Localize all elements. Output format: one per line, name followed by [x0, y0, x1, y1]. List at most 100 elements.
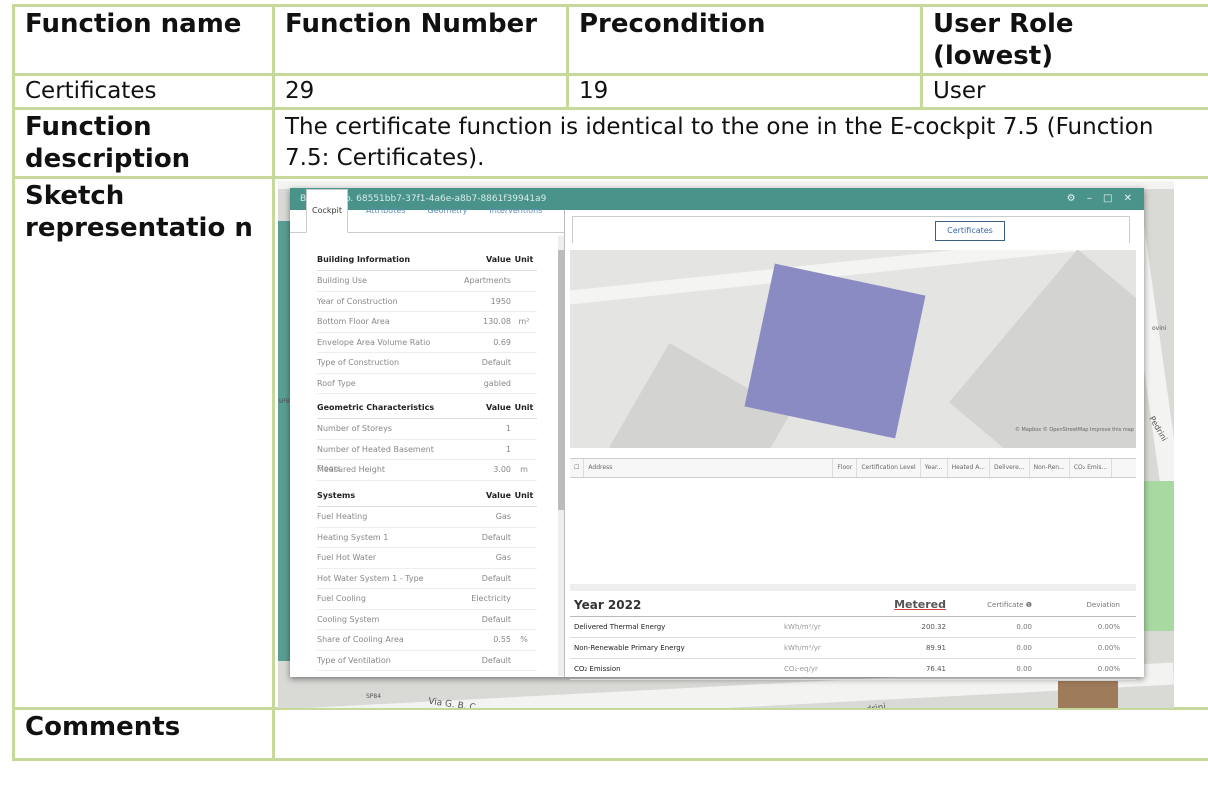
- function-name-header: Function name: [12, 4, 275, 76]
- attr-value: 3.00: [493, 465, 511, 474]
- tab-interventions[interactable]: Interventions: [485, 195, 546, 232]
- attr-key: Hot Water System 1 - Type: [317, 573, 424, 583]
- value-row: Certificates 29 19 User: [12, 73, 1208, 110]
- certificate-header: Certificate ❶: [987, 601, 1032, 609]
- energy-unit: kWh/m²/yr: [784, 623, 821, 631]
- attr-value: Default: [481, 614, 511, 624]
- energy-unit: kWh/m²/yr: [784, 644, 821, 652]
- unit-header: Unit: [514, 491, 534, 500]
- unit-header: Unit: [514, 403, 534, 412]
- metered-header: Metered: [894, 598, 946, 611]
- attr-value: 1950: [490, 296, 511, 306]
- user-role-value: User: [920, 73, 1208, 110]
- energy-row: CO₂ Emission CO₂-eq/yr 76.41 0.00 0.00%: [570, 659, 1136, 680]
- building-footprint[interactable]: [744, 263, 926, 439]
- energy-deviation: 0.00%: [1097, 623, 1120, 631]
- grid-col-delivered[interactable]: Delivere...: [990, 459, 1030, 477]
- attr-row: Envelope Area Volume Ratio 0.69: [317, 333, 537, 353]
- group-systems: Systems Value Unit Fuel Heating Gas Heating…: [317, 486, 537, 671]
- attr-row: Roof Type gabled: [317, 374, 537, 394]
- energy-deviation: 0.00%: [1097, 665, 1120, 673]
- attr-row: Heating System 1 Default: [317, 528, 537, 548]
- window-titlebar[interactable]: Building no. 68551bb7-37f1-4a6e-a8b7-886…: [290, 188, 1144, 210]
- attr-unit: [511, 548, 537, 568]
- window-controls[interactable]: ⚙ – □ ✕: [1067, 188, 1136, 210]
- left-scrollbar[interactable]: [558, 236, 564, 676]
- map-attribution[interactable]: © Mapbox © OpenStreetMap Improve this ma…: [1015, 414, 1134, 446]
- energy-row: Delivered Thermal Energy kWh/m²/yr 200.3…: [570, 617, 1136, 638]
- unit-header: Unit: [514, 255, 534, 264]
- attr-unit: [511, 353, 537, 373]
- attr-row: Type of Construction Default: [317, 353, 537, 374]
- left-tabs: Cockpit Attributes Geometry Intervention…: [290, 189, 564, 233]
- precondition-value: 19: [566, 73, 923, 110]
- attr-row: Fuel Cooling Electricity: [317, 589, 537, 610]
- attr-unit: [511, 589, 537, 609]
- certificates-pane: Certificates © Mapbox © OpenStreetMap Im…: [568, 210, 1144, 680]
- grid-checkbox[interactable]: ☐: [570, 459, 585, 477]
- grid-horizontal-scrollbar[interactable]: [570, 584, 1136, 591]
- attr-row: Building Use Apartments: [317, 271, 537, 292]
- grid-col-floor[interactable]: Floor: [833, 459, 858, 477]
- certificate-grid-header: ☐ Address Floor Certification Level Year…: [570, 458, 1136, 478]
- grid-col-nonren[interactable]: Non-Ren...: [1030, 459, 1070, 477]
- grid-col-co2[interactable]: CO₂ Emis...: [1070, 459, 1113, 477]
- building-map[interactable]: © Mapbox © OpenStreetMap Improve this ma…: [570, 250, 1136, 448]
- attr-key: Measured Height: [317, 465, 386, 474]
- attr-unit: [511, 271, 537, 291]
- group-building-information: Building Information Value Unit Building U…: [317, 250, 537, 394]
- attr-key: Share of Cooling Area: [317, 635, 404, 644]
- tab-geometry[interactable]: Geometry: [423, 195, 471, 232]
- precondition-header: Precondition: [566, 4, 923, 76]
- tab-certificates[interactable]: Certificates: [935, 221, 1005, 241]
- grid-col-heated[interactable]: Heated A...: [948, 459, 990, 477]
- grid-col-address[interactable]: Address: [584, 459, 834, 477]
- attr-key: Cooling System: [317, 614, 380, 624]
- attr-unit: [511, 651, 537, 671]
- attr-row: Fuel Hot Water Gas: [317, 548, 537, 569]
- map-label-ovini: ovini: [1152, 325, 1167, 332]
- attr-row: Fuel Heating Gas: [317, 507, 537, 528]
- attr-key: Type of Construction: [317, 358, 400, 367]
- sketch-screenshot: SP84 Via G. B. C Pedrini SP84 drini ovin…: [278, 181, 1174, 708]
- tab-cockpit[interactable]: Cockpit: [306, 189, 348, 233]
- attr-value: 0.69: [493, 337, 511, 347]
- attr-unit: [511, 528, 537, 548]
- grid-col-cert-level[interactable]: Certification Level: [857, 459, 921, 477]
- energy-certificate: 0.00: [1016, 644, 1032, 652]
- energy-certificate: 0.00: [1016, 665, 1032, 673]
- attr-row: Type of Ventilation Default: [317, 651, 537, 671]
- building-window: Building no. 68551bb7-37f1-4a6e-a8b7-886…: [290, 188, 1144, 680]
- comments-text: [272, 707, 1208, 761]
- right-tab-strip: Certificates: [572, 216, 1130, 243]
- attr-unit: [511, 374, 537, 394]
- comments-label: Comments: [12, 707, 275, 761]
- function-number-header: Function Number: [272, 4, 569, 76]
- attr-unit: [511, 292, 537, 312]
- function-number-value: 29: [272, 73, 569, 110]
- deviation-header: Deviation: [1086, 601, 1120, 609]
- attr-key: Fuel Hot Water: [317, 553, 377, 562]
- description-row: Function description The certificate fun…: [12, 107, 1208, 179]
- attr-key: Envelope Area Volume Ratio: [317, 337, 431, 347]
- map-label-via: Via G. B. C: [427, 696, 477, 708]
- tab-attributes[interactable]: Attributes: [362, 195, 410, 232]
- attr-value: 0.55: [493, 635, 511, 644]
- attr-key: Number of Heated Basement Floors: [317, 444, 434, 474]
- energy-certificate: 0.00: [1016, 623, 1032, 631]
- attr-key: Bottom Floor Area: [317, 317, 390, 326]
- energy-metered: 89.91: [925, 644, 946, 652]
- energy-name: CO₂ Emission: [574, 665, 621, 673]
- attr-key: Fuel Heating: [317, 512, 368, 521]
- attr-row: Bottom Floor Area 130.08 m²: [317, 312, 537, 333]
- attr-value: 130.08: [483, 317, 511, 326]
- energy-deviation: 0.00%: [1097, 644, 1120, 652]
- value-header: Value: [485, 403, 511, 412]
- grid-col-year[interactable]: Year...: [921, 459, 948, 477]
- attr-value: Default: [481, 655, 511, 665]
- attr-key: Building Use: [317, 276, 367, 285]
- attr-key: Number of Storeys: [317, 424, 392, 433]
- header-row: Function name Function Number Preconditi…: [12, 4, 1208, 76]
- attr-unit: [511, 569, 537, 589]
- attr-key: Heating System 1: [317, 532, 389, 542]
